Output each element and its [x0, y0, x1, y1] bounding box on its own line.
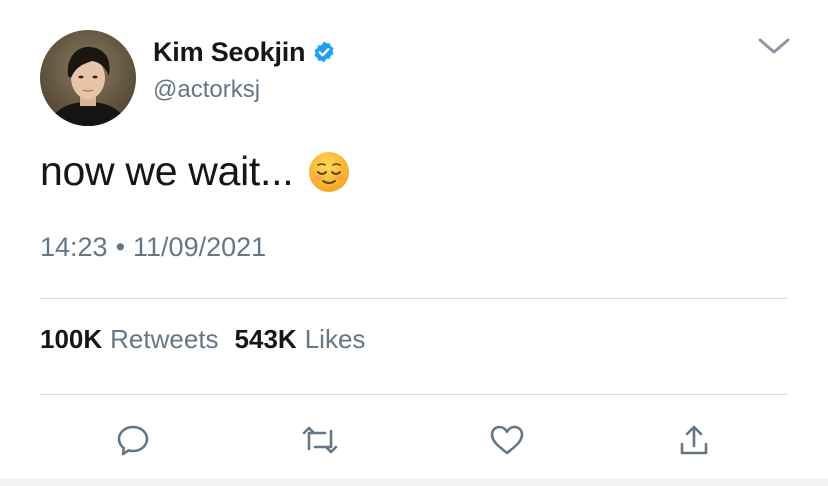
share-button[interactable] [674, 420, 714, 460]
verified-badge-icon [312, 40, 336, 64]
like-button[interactable] [487, 420, 527, 460]
tweet-actions [0, 420, 828, 460]
avatar[interactable] [40, 30, 136, 126]
likes-label: Likes [304, 324, 366, 354]
share-icon [680, 425, 708, 455]
likes-stat[interactable]: 543K Likes [235, 324, 366, 355]
likes-count: 543K [234, 324, 297, 354]
retweets-stat[interactable]: 100K Retweets [40, 324, 219, 355]
heart-icon [490, 425, 524, 455]
tweet-body: now we wait... [40, 148, 351, 195]
retweets-count: 100K [40, 324, 103, 354]
tweet-date: 11/09/2021 [133, 232, 267, 262]
divider [40, 298, 787, 299]
display-name[interactable]: Kim Seokjin [153, 37, 306, 68]
timestamp-separator: • [115, 232, 126, 262]
reply-button[interactable] [113, 420, 153, 460]
divider [40, 394, 787, 395]
bottom-edge [0, 478, 828, 486]
tweet-stats: 100K Retweets 543K Likes [40, 324, 365, 355]
reply-icon [117, 425, 149, 456]
retweet-button[interactable] [300, 420, 340, 460]
retweets-label: Retweets [110, 324, 219, 354]
relieved-face-emoji-icon [307, 150, 351, 194]
author-name-row[interactable]: Kim Seokjin [153, 34, 336, 70]
tweet-card: Kim Seokjin @actorksj now we wait... 14:… [0, 0, 828, 486]
chevron-down-icon[interactable] [756, 34, 792, 58]
retweet-icon [302, 426, 338, 454]
tweet-text: now we wait... [40, 148, 294, 194]
tweet-timestamp[interactable]: 14:23 • 11/09/2021 [40, 232, 266, 263]
avatar-image [40, 30, 136, 126]
author-handle[interactable]: @actorksj [153, 76, 260, 104]
tweet-time: 14:23 [40, 232, 108, 262]
